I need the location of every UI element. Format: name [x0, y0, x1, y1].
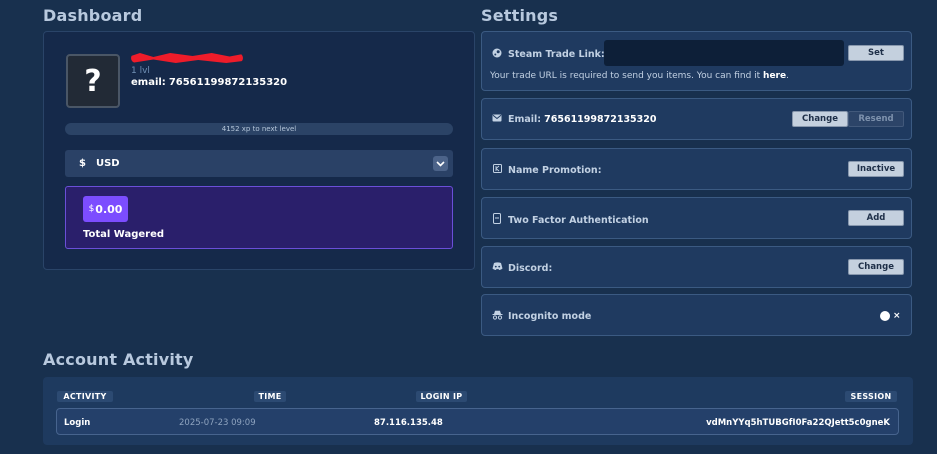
trade-link-note-end: . — [786, 71, 789, 81]
mail-icon — [492, 114, 502, 125]
xp-progress-text: 4152 xp to next level — [221, 125, 297, 133]
steam-trade-link-label: Steam Trade Link: — [508, 49, 605, 60]
email-row: Email: 76561199872135320 Change Resend — [481, 98, 912, 140]
column-header-time: TIME — [254, 391, 286, 402]
avatar[interactable]: ? — [66, 54, 120, 108]
two-factor-row: Two Factor Authentication Add — [481, 197, 912, 239]
name-promotion-status-button[interactable]: Inactive — [848, 161, 904, 177]
account-activity-title: Account Activity — [43, 350, 194, 369]
name-promotion-row: Name Promotion: Inactive — [481, 148, 912, 190]
discord-change-button[interactable]: Change — [848, 259, 904, 275]
steam-trade-link-input[interactable] — [604, 40, 844, 66]
user-email-label: email: — [131, 77, 166, 88]
name-promotion-label-wrap: Name Promotion: — [492, 164, 602, 176]
email-resend-button[interactable]: Resend — [848, 111, 904, 127]
incognito-icon — [492, 310, 503, 323]
currency-select[interactable]: $ USD — [65, 150, 453, 177]
discord-row: Discord: Change — [481, 246, 912, 288]
email-value: 76561199872135320 — [544, 114, 657, 125]
discord-label-wrap: Discord: — [492, 262, 552, 274]
discord-icon — [492, 262, 503, 274]
two-factor-label: Two Factor Authentication — [508, 214, 649, 226]
chevron-down-icon[interactable] — [433, 156, 448, 171]
toggle-knob — [880, 311, 890, 321]
xp-progress-bar: 4152 xp to next level — [65, 123, 453, 135]
incognito-toggle[interactable]: × — [880, 310, 902, 322]
total-wagered-amount: $0.00 — [83, 196, 128, 222]
name-promotion-label: Name Promotion: — [508, 164, 602, 176]
incognito-label-wrap: Incognito mode — [492, 310, 591, 323]
dashboard-title: Dashboard — [43, 6, 143, 25]
phone-icon — [492, 213, 502, 227]
column-header-login-ip: LOGIN IP — [416, 391, 467, 402]
two-factor-label-wrap: Two Factor Authentication — [492, 213, 649, 227]
column-header-session: SESSION — [845, 391, 897, 402]
steam-icon — [492, 48, 502, 61]
settings-title: Settings — [481, 6, 559, 25]
trade-link-help-link[interactable]: here — [763, 71, 786, 81]
two-factor-add-button[interactable]: Add — [848, 210, 904, 226]
dollar-icon: $ — [79, 158, 86, 169]
currency-value: USD — [95, 158, 120, 169]
email-change-button[interactable]: Change — [792, 111, 848, 127]
wager-amount-value: 0.00 — [95, 202, 123, 216]
user-level: 1 lvl — [131, 66, 150, 76]
wager-currency-symbol: $ — [88, 204, 95, 214]
row-activity: Login — [64, 418, 91, 428]
incognito-label: Incognito mode — [508, 311, 592, 322]
total-wagered-label: Total Wagered — [83, 229, 165, 240]
incognito-row: Incognito mode × — [481, 294, 912, 336]
row-session: vdMnYYq5hTUBGfI0Fa22QJett5c0gneK — [706, 418, 890, 428]
toggle-off-icon: × — [893, 311, 901, 321]
trade-link-set-button[interactable]: Set — [848, 45, 904, 61]
row-time: 2025-07-23 09:09 — [179, 418, 256, 428]
trade-link-note: Your trade URL is required to send you i… — [490, 71, 789, 81]
email-label-wrap: Email: 76561199872135320 — [492, 114, 657, 125]
user-email-value: 76561199872135320 — [168, 77, 288, 88]
user-email: email: 76561199872135320 — [131, 77, 287, 88]
row-login-ip: 87.116.135.48 — [374, 418, 443, 428]
discord-label: Discord: — [508, 262, 553, 274]
email-label: Email: — [508, 114, 542, 125]
column-header-activity: ACTIVITY — [57, 391, 113, 402]
trade-link-note-text: Your trade URL is required to send you i… — [490, 71, 764, 81]
steam-trade-link-label-wrap: Steam Trade Link: — [492, 48, 605, 61]
tag-icon — [492, 164, 502, 176]
